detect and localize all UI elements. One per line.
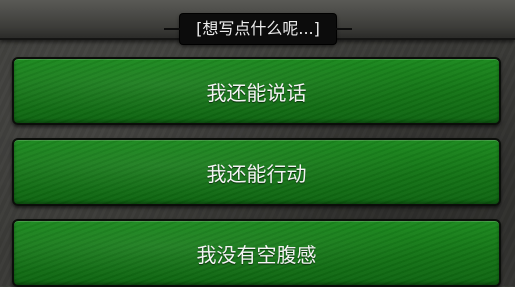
choice-button-1[interactable]: 我还能说话 <box>12 57 501 125</box>
dialog-title: [想写点什么呢...] <box>164 14 352 44</box>
choice-button-3[interactable]: 我没有空腹感 <box>12 219 501 287</box>
choice-button-2[interactable]: 我还能行动 <box>12 138 501 206</box>
